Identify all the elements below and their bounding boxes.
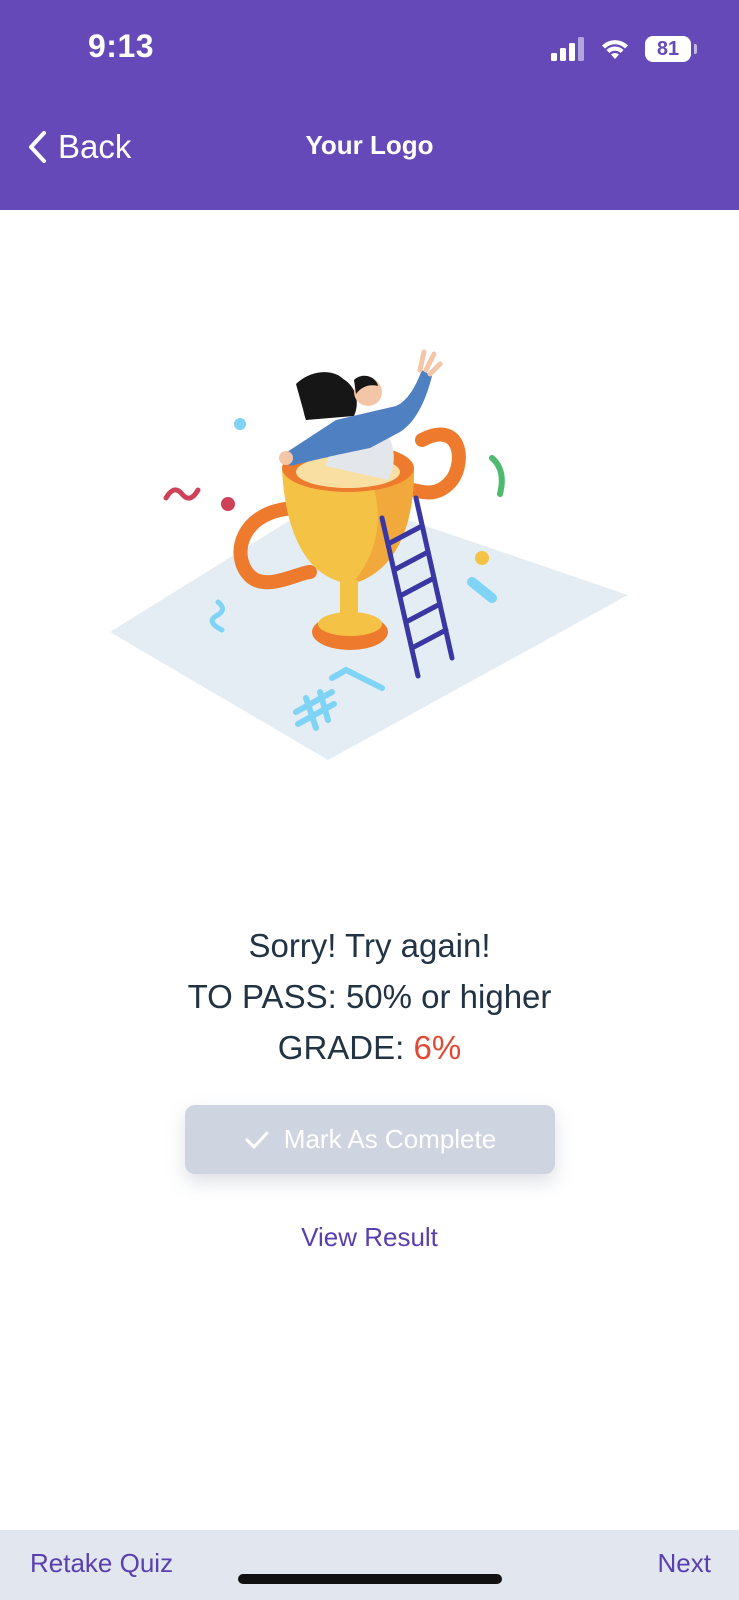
page-title: Your Logo [305,130,434,160]
mark-complete-label: Mark As Complete [283,1124,497,1154]
wifi-icon [602,40,628,59]
battery-icon: 81 [645,36,697,62]
status-time: 9:13 [88,28,155,64]
pass-value: 50% or higher [345,978,552,1015]
view-result-link[interactable]: View Result [0,1222,739,1253]
pass-label: TO PASS: [187,978,337,1015]
quiz-result: Sorry! Try again! TO PASS: 50% or higher… [0,920,739,1073]
pass-requirement: TO PASS: 50% or higher [0,971,739,1022]
grade-value: 6% [413,1029,462,1066]
grade-line: GRADE: 6% [0,1022,739,1073]
retake-quiz-button[interactable]: Retake Quiz [30,1548,173,1579]
next-button[interactable]: Next [658,1548,711,1579]
mark-complete-button[interactable]: Mark As Complete [185,1105,555,1174]
result-message: Sorry! Try again! [248,927,491,964]
app-header: 9:13 81 Back Your Logo [0,0,739,210]
home-indicator [238,1574,502,1584]
signal-icon [551,37,584,61]
battery-level: 81 [656,37,680,60]
grade-label: GRADE: [277,1029,405,1066]
status-icons: 81 [551,32,697,66]
bottom-bar: Retake Quiz Next [0,1530,739,1600]
checkmark-icon [245,1131,269,1148]
trophy-illustration [110,349,628,760]
